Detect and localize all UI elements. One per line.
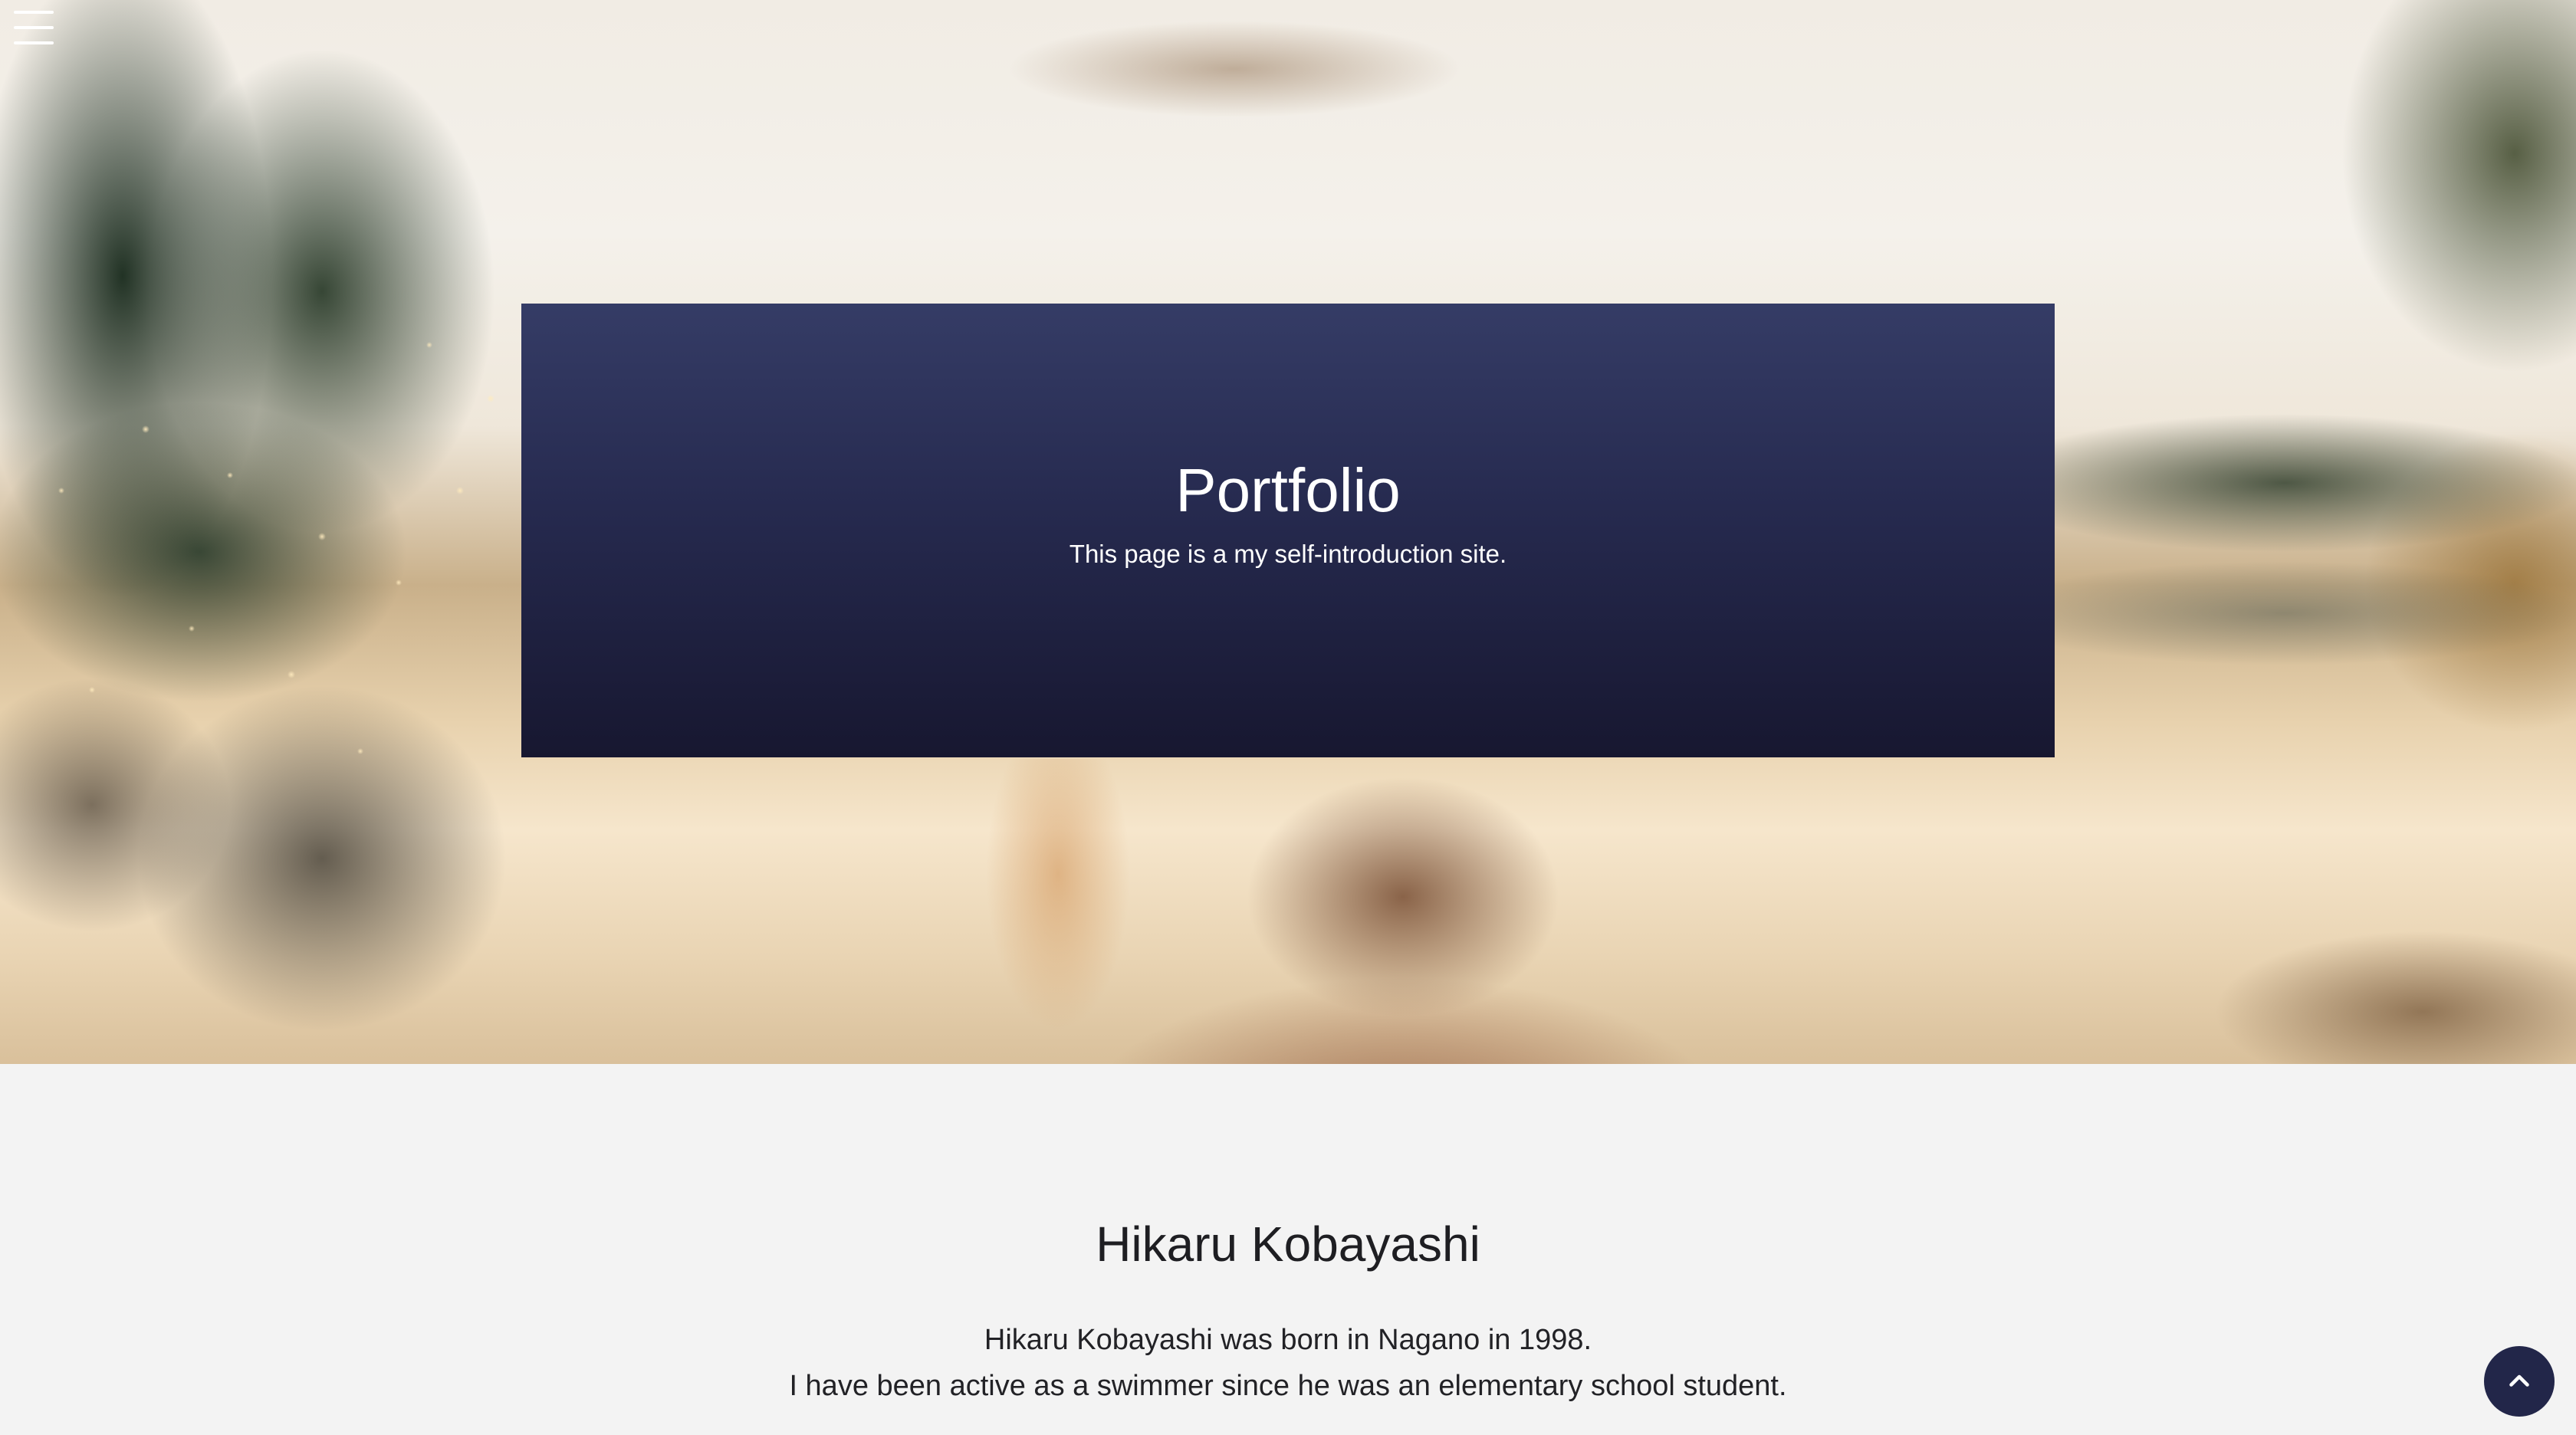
menu-bar <box>14 11 54 14</box>
hamburger-menu-icon[interactable] <box>14 11 57 44</box>
menu-bar <box>14 41 54 44</box>
intro-section: Hikaru Kobayashi Hikaru Kobayashi was bo… <box>0 1064 2576 1435</box>
profile-name: Hikaru Kobayashi <box>1096 1217 1480 1272</box>
bio-line: Hikaru Kobayashi was born in Nagano in 1… <box>984 1324 1592 1357</box>
back-to-top-button[interactable] <box>2484 1346 2555 1417</box>
page: Portfolio This page is a my self-introdu… <box>0 0 2576 1435</box>
hero-section: Portfolio This page is a my self-introdu… <box>0 0 2576 1064</box>
chevron-up-icon <box>2509 1374 2529 1387</box>
profile-bio: Hikaru Kobayashi was born in Nagano in 1… <box>0 1317 2576 1409</box>
page-subtitle: This page is a my self-introduction site… <box>1069 540 1507 568</box>
title-card: Portfolio This page is a my self-introdu… <box>521 304 2055 757</box>
bio-line: I have been active as a swimmer since he… <box>789 1370 1787 1403</box>
menu-bar <box>14 26 54 29</box>
page-title: Portfolio <box>1175 456 1401 524</box>
hero-image-person <box>905 759 1901 1064</box>
